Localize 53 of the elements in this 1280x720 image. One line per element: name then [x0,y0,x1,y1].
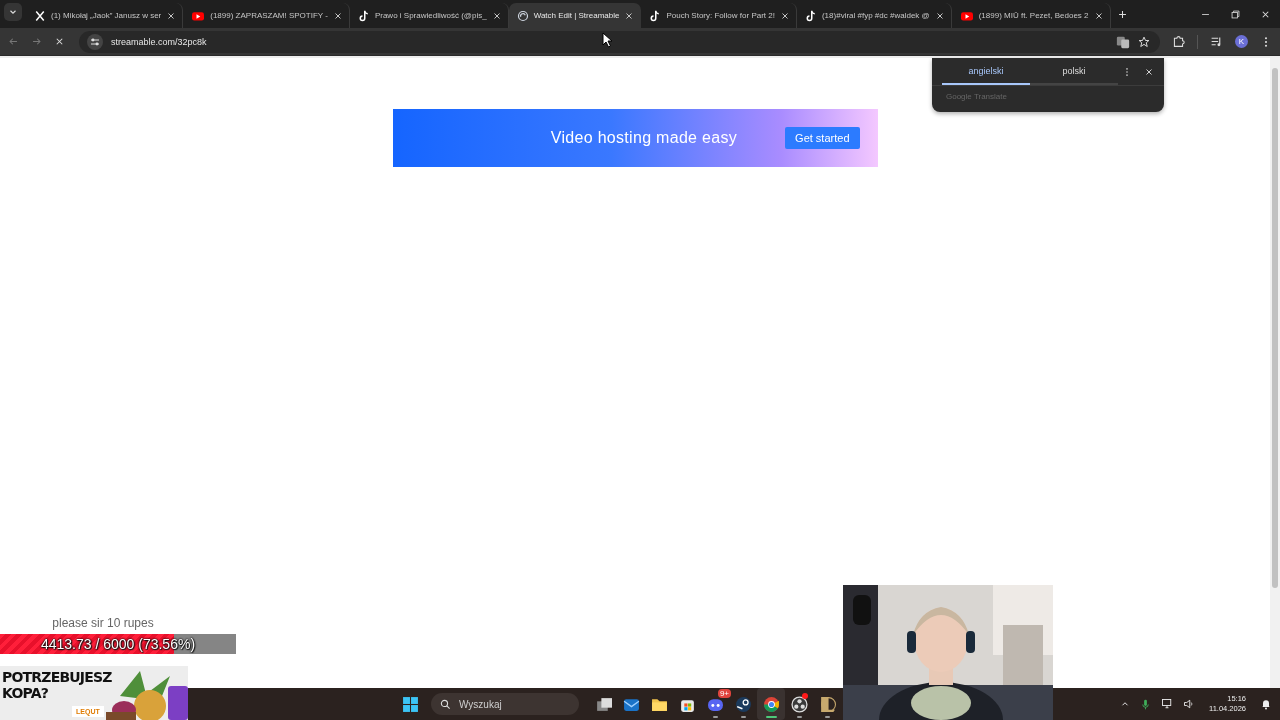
record-dots-icon [790,695,808,713]
close-icon[interactable] [491,10,502,21]
translate-icon[interactable] [1116,34,1130,49]
close-icon[interactable] [1093,10,1104,21]
ad-headline: POTRZEBUJESZ KOPA? [2,669,112,701]
search-icon [440,698,451,710]
goal-title: please sir 10 rupes [52,616,154,630]
close-icon[interactable] [166,10,177,21]
notification-count: 9+ [717,689,731,698]
back-arrow-icon[interactable] [8,36,19,47]
star-icon[interactable] [1138,35,1150,48]
tab-search-button[interactable] [4,3,22,21]
address-field[interactable]: streamable.com/32pc8k [79,30,1160,53]
note-logo-icon [649,9,662,22]
bell-icon[interactable] [1260,698,1272,710]
close-icon[interactable] [332,10,343,21]
swirl-logo-icon [516,9,529,22]
site-settings-icon[interactable] [87,33,103,50]
play-logo-icon [959,9,974,22]
taskbar-search-field[interactable]: Wyszukaj [431,693,579,715]
speaker-icon[interactable] [1183,698,1195,710]
note-logo-icon [357,9,370,22]
cross-logo-icon [34,9,46,22]
taskbar-app-button[interactable] [757,688,785,720]
banner-headline: Video hosting made easy [550,129,738,147]
microphone-icon[interactable] [1140,698,1151,710]
language-tab[interactable]: angielski [942,58,1030,85]
helmet-letter-icon [818,695,836,713]
close-icon[interactable] [624,10,635,21]
valve-circle-icon [734,695,752,713]
windows-logo-icon[interactable] [402,695,419,713]
note-logo-icon [804,9,817,22]
play-logo-icon [191,9,206,22]
close-icon[interactable] [1144,66,1154,77]
goal-progress-text: 4413.73 / 6000 (73.56%) [39,636,197,652]
close-icon[interactable] [934,10,945,21]
mouse-pointer-icon [602,32,613,48]
forward-arrow-icon[interactable] [31,36,42,47]
get-started-button[interactable]: Get started [785,127,860,149]
restore-icon[interactable] [1229,8,1241,20]
monitor-network-icon[interactable] [1161,698,1173,710]
plus-icon[interactable] [1117,8,1129,20]
close-icon[interactable] [779,10,790,21]
taskbar-app-button[interactable]: 9+ [701,688,729,720]
profile-avatar[interactable]: K [1235,35,1248,48]
stop-icon[interactable] [54,36,65,47]
puzzle-icon[interactable] [1172,35,1185,48]
language-tab[interactable]: polski [1030,58,1118,85]
alert-dot [802,693,808,699]
browser-ball-icon [762,695,780,713]
windows-stack-icon [594,695,612,713]
playlist-icon[interactable] [1210,35,1223,48]
browser-tab[interactable]: Watch Edit | Streamable [508,3,642,28]
